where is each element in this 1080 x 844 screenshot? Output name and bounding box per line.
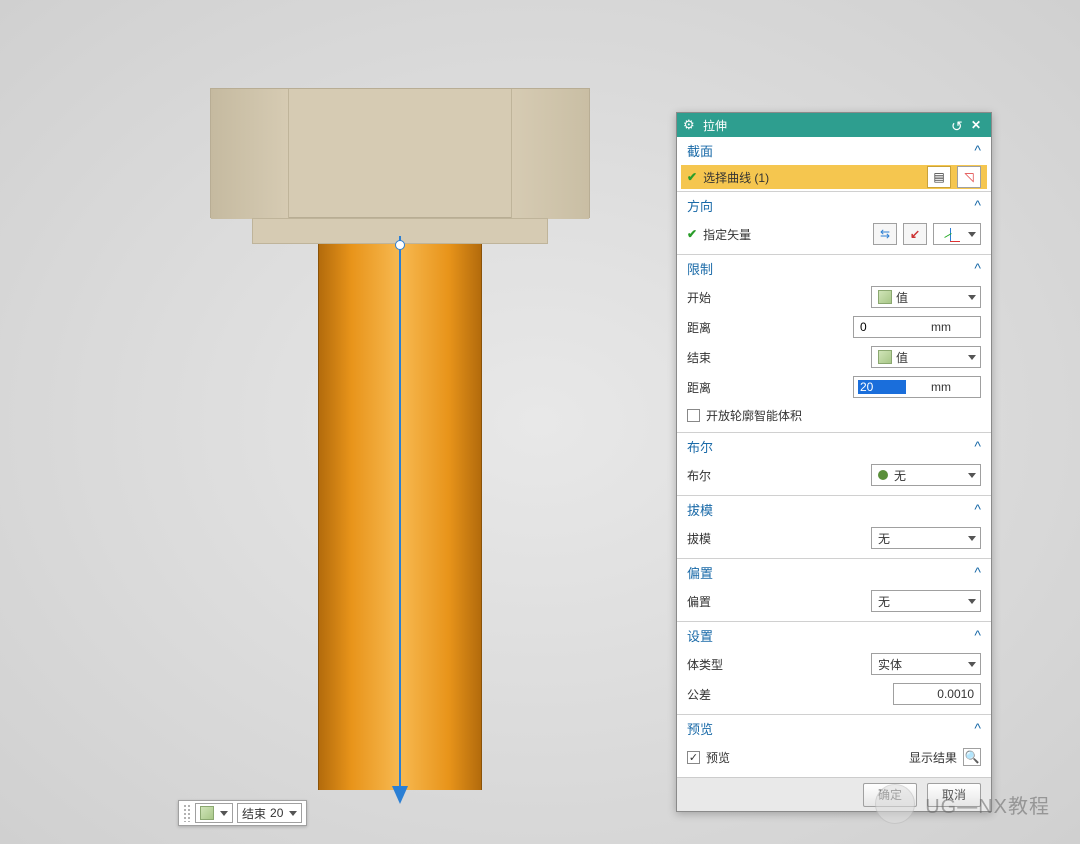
- chevron-up-icon: ^: [974, 501, 981, 517]
- body-type-select[interactable]: 实体: [871, 653, 981, 675]
- chevron-up-icon: ^: [974, 142, 981, 158]
- draft-select[interactable]: 无: [871, 527, 981, 549]
- cube-icon: [878, 290, 892, 304]
- float-end-select[interactable]: 结束 20: [237, 803, 302, 823]
- grip-icon[interactable]: [183, 804, 191, 822]
- watermark-logo: [875, 784, 915, 824]
- section-header-draft[interactable]: 拔模 ^: [677, 496, 991, 522]
- sketch-section-icon[interactable]: ▤: [927, 166, 951, 188]
- section-header-boolean[interactable]: 布尔 ^: [677, 433, 991, 459]
- curve-rule-icon[interactable]: ◹: [957, 166, 981, 188]
- drag-handle-end-arrow[interactable]: [392, 786, 408, 804]
- vector-dialog-button[interactable]: ↙: [903, 223, 927, 245]
- end-distance-input[interactable]: mm: [853, 376, 981, 398]
- gear-icon[interactable]: [683, 118, 697, 132]
- select-curve-row[interactable]: 选择曲线 (1) ▤ ◹: [681, 165, 987, 189]
- start-type-select[interactable]: 值: [871, 286, 981, 308]
- chevron-up-icon: ^: [974, 197, 981, 213]
- open-profile-checkbox[interactable]: [687, 409, 700, 422]
- close-icon[interactable]: [971, 118, 985, 132]
- check-icon: [687, 227, 697, 241]
- axis-triad-icon: [940, 224, 962, 244]
- vector-method-select[interactable]: [933, 223, 981, 245]
- chevron-up-icon: ^: [974, 720, 981, 736]
- float-end-value: 20: [270, 806, 283, 820]
- preview-checkbox[interactable]: [687, 751, 700, 764]
- check-icon: [687, 170, 697, 184]
- boolean-select[interactable]: 无: [871, 464, 981, 486]
- section-header-limits[interactable]: 限制 ^: [677, 255, 991, 281]
- watermark: UG—NX教程: [875, 784, 1050, 824]
- section-header-section[interactable]: 截面 ^: [677, 137, 991, 163]
- select-curve-label: 选择曲线 (1): [703, 169, 769, 186]
- extrude-dialog: 拉伸 截面 ^ 选择曲线 (1) ▤ ◹ 方向 ^ 指定矢量 ⇆ ↙: [676, 112, 992, 812]
- show-result-label: 显示结果: [909, 749, 957, 766]
- chevron-up-icon: ^: [974, 438, 981, 454]
- section-header-settings[interactable]: 设置 ^: [677, 622, 991, 648]
- floating-dimension-bar[interactable]: 结束 20: [178, 800, 307, 826]
- extrude-axis[interactable]: [399, 236, 401, 796]
- specify-vector-label: 指定矢量: [703, 226, 867, 243]
- float-end-label: 结束: [242, 805, 266, 822]
- end-type-select[interactable]: 值: [871, 346, 981, 368]
- float-type-select[interactable]: [195, 803, 233, 823]
- show-result-button[interactable]: [963, 748, 981, 766]
- section-header-offset[interactable]: 偏置 ^: [677, 559, 991, 585]
- open-profile-label: 开放轮廓智能体积: [706, 407, 802, 424]
- chevron-up-icon: ^: [974, 260, 981, 276]
- tolerance-input[interactable]: 0.0010: [893, 683, 981, 705]
- tolerance-label: 公差: [687, 686, 837, 703]
- offset-label: 偏置: [687, 593, 837, 610]
- end-distance-label: 距离: [687, 379, 837, 396]
- reset-icon[interactable]: [951, 118, 965, 132]
- offset-select[interactable]: 无: [871, 590, 981, 612]
- start-label: 开始: [687, 289, 837, 306]
- cube-icon: [878, 350, 892, 364]
- reverse-direction-button[interactable]: ⇆: [873, 223, 897, 245]
- none-icon: [878, 470, 888, 480]
- draft-label: 拔模: [687, 530, 837, 547]
- section-header-preview[interactable]: 预览 ^: [677, 715, 991, 741]
- boolean-label: 布尔: [687, 467, 837, 484]
- dialog-titlebar[interactable]: 拉伸: [677, 113, 991, 137]
- chevron-up-icon: ^: [974, 564, 981, 580]
- drag-handle-start[interactable]: [395, 240, 405, 250]
- end-label: 结束: [687, 349, 837, 366]
- body-type-label: 体类型: [687, 656, 837, 673]
- dialog-title: 拉伸: [703, 117, 727, 134]
- start-distance-label: 距离: [687, 319, 837, 336]
- section-header-direction[interactable]: 方向 ^: [677, 192, 991, 218]
- chevron-up-icon: ^: [974, 627, 981, 643]
- model-bolt-head: [210, 88, 590, 218]
- preview-checkbox-label: 预览: [706, 749, 730, 766]
- cube-icon: [200, 806, 214, 820]
- start-distance-input[interactable]: mm: [853, 316, 981, 338]
